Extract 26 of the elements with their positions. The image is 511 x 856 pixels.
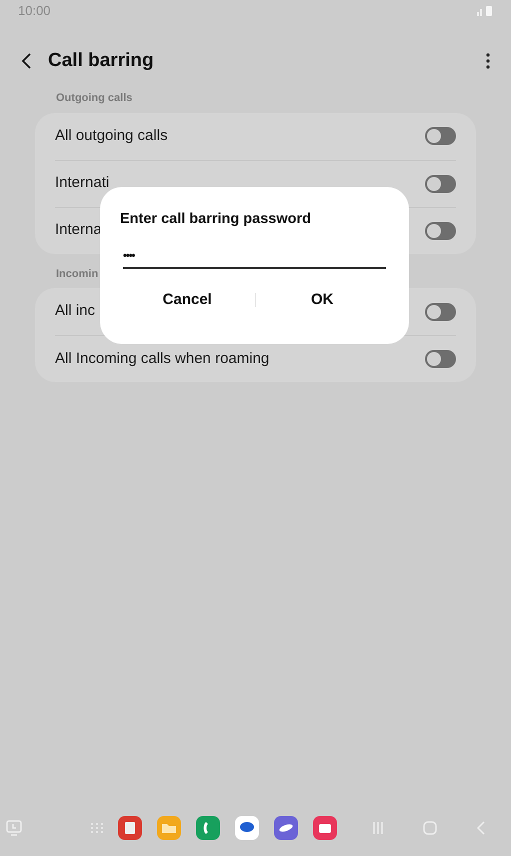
section-heading: Incomin — [55, 266, 100, 282]
page-title: Call barring — [48, 48, 155, 73]
password-field[interactable]: •••• — [123, 244, 386, 269]
section-heading: Outgoing calls — [55, 91, 134, 106]
phone-app-icon[interactable] — [196, 816, 220, 840]
back-icon[interactable] — [20, 52, 32, 70]
status-time: 10:00 — [18, 2, 51, 20]
setting-label: Internati — [55, 173, 110, 194]
browser-app-icon[interactable] — [274, 816, 298, 840]
toggle-switch[interactable] — [425, 127, 456, 145]
setting-label: All inc — [55, 301, 96, 322]
messages-app-icon[interactable] — [235, 816, 259, 840]
setting-label: All Incoming calls when roaming — [55, 348, 270, 369]
camera-app-icon[interactable] — [313, 816, 337, 840]
toggle-switch[interactable] — [425, 302, 456, 320]
toggle-switch[interactable] — [425, 174, 456, 192]
more-options-icon[interactable] — [485, 53, 491, 69]
toggle-switch[interactable] — [425, 222, 456, 240]
setting-label: All outgoing calls — [55, 126, 168, 146]
notes-app-icon[interactable] — [118, 816, 142, 840]
battery-icon — [477, 6, 493, 16]
dialog-button[interactable]: OK — [256, 284, 389, 315]
dialog-title: Enter call barring password — [120, 210, 312, 229]
toggle-switch[interactable] — [425, 350, 456, 368]
dialog-button[interactable]: Cancel — [120, 284, 254, 315]
setting-label: Interna — [55, 220, 102, 240]
